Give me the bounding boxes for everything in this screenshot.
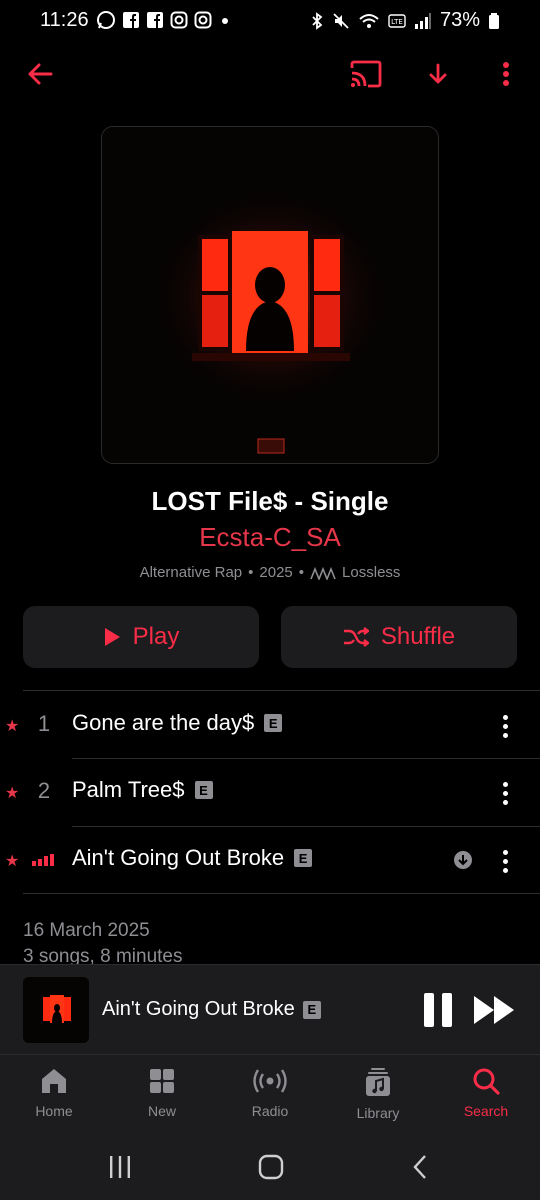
favorite-star-icon: ★ bbox=[5, 718, 20, 735]
play-button[interactable]: Play bbox=[23, 606, 259, 668]
pause-bar bbox=[424, 993, 434, 1027]
bluetooth-icon bbox=[312, 11, 323, 30]
instagram-icon bbox=[170, 11, 188, 29]
mute-icon bbox=[333, 12, 349, 29]
tab-label: New bbox=[147, 1103, 176, 1119]
top-nav bbox=[0, 52, 540, 96]
tab-bar: Home New Radio Library Search bbox=[0, 1054, 540, 1138]
shuffle-label: Shuffle bbox=[380, 623, 456, 650]
status-right: LTE 73% bbox=[310, 9, 500, 32]
tab-label: Search bbox=[463, 1103, 509, 1119]
shuffle-icon bbox=[343, 627, 369, 647]
instagram-icon-2 bbox=[194, 11, 212, 29]
wifi-icon bbox=[359, 13, 379, 28]
lossless-label: Lossless bbox=[342, 564, 401, 581]
tab-search[interactable]: Search bbox=[432, 1067, 540, 1119]
favorite-star-icon: ★ bbox=[5, 853, 20, 870]
tab-radio[interactable]: Radio bbox=[216, 1067, 324, 1119]
track-row-3[interactable]: ★ Ain't Going Out Broke E bbox=[0, 827, 540, 894]
cast-icon bbox=[350, 60, 382, 88]
recents-icon[interactable] bbox=[108, 1154, 132, 1180]
genre-label: Alternative Rap bbox=[139, 564, 243, 581]
meta-separator: • bbox=[298, 564, 305, 581]
play-icon bbox=[104, 628, 120, 646]
track-number: 2 bbox=[37, 778, 51, 803]
mini-player-artwork bbox=[23, 977, 89, 1043]
home-icon bbox=[42, 1069, 66, 1093]
track-title-text: Palm Tree$ bbox=[72, 777, 185, 802]
tab-label: Library bbox=[356, 1105, 400, 1121]
system-back-icon[interactable] bbox=[410, 1154, 430, 1180]
library-icon bbox=[366, 1068, 390, 1096]
download-button[interactable] bbox=[416, 52, 460, 96]
release-date: 16 March 2025 bbox=[23, 920, 150, 941]
download-arrow-icon bbox=[429, 63, 447, 84]
status-time: 11:26 bbox=[40, 9, 89, 31]
more-notifications-dot-icon bbox=[222, 18, 228, 24]
battery-icon bbox=[489, 12, 499, 29]
pause-bar bbox=[442, 993, 452, 1027]
status-bar: 11:26 LTE 73% bbox=[0, 0, 540, 40]
shuffle-button[interactable]: Shuffle bbox=[281, 606, 517, 668]
radio-icon bbox=[253, 1069, 287, 1093]
whatsapp-icon bbox=[97, 11, 115, 29]
track-number: 1 bbox=[37, 711, 51, 736]
volte-icon: LTE bbox=[388, 13, 406, 28]
signal-icon bbox=[414, 12, 431, 29]
downloaded-icon bbox=[454, 851, 472, 869]
grid-icon bbox=[150, 1069, 174, 1093]
year-label: 2025 bbox=[259, 564, 293, 581]
tab-label: Home bbox=[35, 1103, 73, 1119]
tab-new[interactable]: New bbox=[108, 1067, 216, 1119]
svg-text:LTE: LTE bbox=[391, 18, 403, 26]
tab-home[interactable]: Home bbox=[0, 1067, 108, 1119]
album-cover-image bbox=[102, 127, 438, 463]
system-home-icon[interactable] bbox=[258, 1154, 284, 1180]
mini-player[interactable]: Ain't Going Out Broke E bbox=[0, 964, 540, 1054]
explicit-badge: E bbox=[302, 1000, 321, 1019]
explicit-badge: E bbox=[194, 781, 213, 799]
track-row-2[interactable]: ★ 2 Palm Tree$ E bbox=[0, 759, 540, 826]
next-track-icon[interactable] bbox=[472, 993, 518, 1027]
track-title: Gone are the day$ E bbox=[72, 710, 283, 736]
track-title-text: Gone are the day$ bbox=[72, 710, 255, 735]
battery-percent: 73% bbox=[439, 9, 480, 31]
mini-player-title: Ain't Going Out Broke E bbox=[102, 998, 321, 1021]
divider bbox=[23, 690, 540, 691]
track-title: Palm Tree$ E bbox=[72, 777, 213, 803]
back-button[interactable] bbox=[18, 52, 62, 96]
lossless-icon bbox=[310, 566, 336, 580]
vertical-ellipsis-icon bbox=[503, 62, 509, 86]
artist-link[interactable]: Ecsta-C_SA bbox=[0, 522, 540, 553]
track-row-1[interactable]: ★ 1 Gone are the day$ E bbox=[0, 692, 540, 759]
notification-icons bbox=[96, 10, 232, 30]
play-label: Play bbox=[132, 623, 180, 650]
divider bbox=[23, 893, 540, 894]
tab-label: Radio bbox=[251, 1103, 289, 1119]
search-icon bbox=[473, 1068, 500, 1095]
track-title: Ain't Going Out Broke E bbox=[72, 845, 313, 871]
track-title-text: Ain't Going Out Broke bbox=[72, 845, 285, 870]
now-playing-equalizer-icon bbox=[32, 854, 54, 866]
favorite-star-icon: ★ bbox=[5, 785, 20, 802]
more-options-button[interactable] bbox=[484, 52, 528, 96]
track-more-button[interactable] bbox=[495, 773, 515, 813]
track-more-button[interactable] bbox=[495, 706, 515, 746]
facebook-icon bbox=[123, 12, 139, 28]
mini-cover-image bbox=[23, 977, 89, 1043]
tab-library[interactable]: Library bbox=[324, 1067, 432, 1121]
facebook-icon-2 bbox=[147, 12, 163, 28]
album-title: LOST File$ - Single bbox=[151, 486, 389, 516]
explicit-badge: E bbox=[264, 714, 283, 732]
mini-title-text: Ain't Going Out Broke bbox=[102, 998, 295, 1020]
meta-separator: • bbox=[248, 564, 254, 581]
explicit-badge: E bbox=[294, 849, 313, 867]
album-meta: Alternative Rap • 2025 • Lossless bbox=[0, 564, 540, 581]
cast-button[interactable] bbox=[344, 52, 388, 96]
pause-button[interactable] bbox=[424, 993, 454, 1027]
system-nav-bar bbox=[0, 1138, 540, 1200]
track-more-button[interactable] bbox=[495, 841, 515, 881]
back-arrow-icon bbox=[28, 63, 53, 85]
album-artwork[interactable] bbox=[101, 126, 439, 464]
